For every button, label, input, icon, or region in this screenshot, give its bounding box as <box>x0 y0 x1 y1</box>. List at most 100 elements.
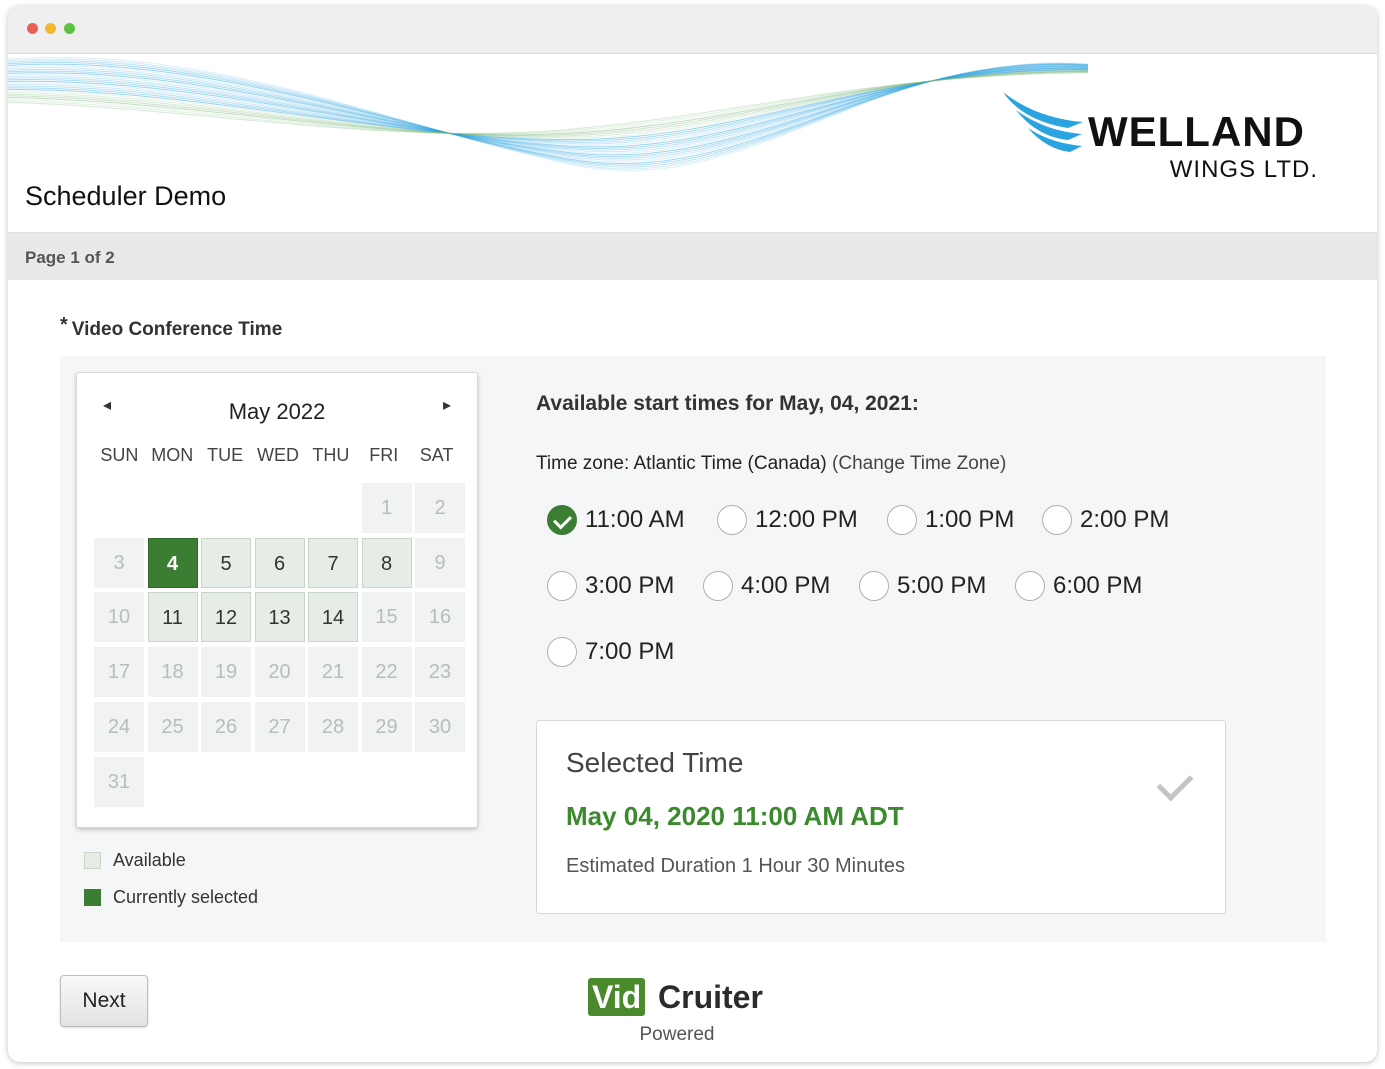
window-titlebar <box>8 6 1377 54</box>
time-slot-label: 2:00 PM <box>1080 506 1170 533</box>
weekday-mon: MON <box>151 445 194 465</box>
time-slot-option[interactable]: 2:00 PM <box>1042 502 1169 538</box>
time-slot-option[interactable]: 11:00 AM <box>547 502 685 538</box>
calendar-day-11[interactable]: 11 <box>147 592 198 643</box>
weekday-header-row: SUN MON TUE WED THU FRI SAT <box>93 445 463 466</box>
calendar-day-23: 23 <box>415 647 465 698</box>
radio-unchecked-icon[interactable] <box>887 505 917 535</box>
weekday-tue: TUE <box>207 445 244 465</box>
scheduler-panel: ◂ May 2022 ▸ SUN MON TUE WED THU FRI SAT 12345… <box>60 356 1326 942</box>
calendar-day-26: 26 <box>201 701 251 752</box>
calendar-day-4[interactable]: 4 <box>147 537 198 588</box>
calendar-day-10: 10 <box>94 592 144 643</box>
radio-unchecked-icon[interactable] <box>1042 505 1072 535</box>
radio-checked-icon[interactable] <box>547 505 577 535</box>
calendar-day-25: 25 <box>147 701 198 752</box>
time-slot-label: 6:00 PM <box>1053 572 1143 599</box>
page-indicator: Page 1 of 2 <box>25 248 115 267</box>
selected-time-title: Selected Time <box>566 747 744 778</box>
time-slot-label: 12:00 PM <box>755 506 858 533</box>
browser-window: Scheduler Demo WELLAND WINGS LTD. Page 1… <box>8 6 1377 1062</box>
radio-unchecked-icon[interactable] <box>1015 571 1045 601</box>
calendar-day-24: 24 <box>94 701 144 752</box>
vidcruiter-logo-vid: Vid <box>588 978 646 1016</box>
maximize-window-icon[interactable] <box>64 23 75 34</box>
header-wave-graphic <box>8 56 1089 172</box>
legend-selected-label: Currently selected <box>113 887 259 907</box>
calendar-day-8[interactable]: 8 <box>361 537 412 588</box>
calendar-day-5[interactable]: 5 <box>201 537 251 588</box>
radio-unchecked-icon[interactable] <box>547 637 577 667</box>
page-indicator-bar: Page 1 of 2 <box>8 232 1377 280</box>
timezone-line: Time zone: Atlantic Time (Canada) (Chang… <box>536 453 1006 475</box>
radio-unchecked-icon[interactable] <box>717 505 747 535</box>
legend-available-label: Available <box>113 850 186 870</box>
calendar-day-29: 29 <box>361 701 412 752</box>
next-button[interactable]: Next <box>60 975 148 1027</box>
required-marker: * <box>60 314 68 336</box>
radio-unchecked-icon[interactable] <box>547 571 577 601</box>
powered-label: Powered <box>639 1024 715 1045</box>
field-label: * Video Conference Time <box>60 314 283 341</box>
time-slot-label: 7:00 PM <box>585 638 675 665</box>
calendar: ◂ May 2022 ▸ SUN MON TUE WED THU FRI SAT 12345… <box>76 372 478 828</box>
page-title: Scheduler Demo <box>25 181 227 211</box>
time-slot-option[interactable]: 6:00 PM <box>1015 568 1142 604</box>
calendar-day-19: 19 <box>201 647 251 698</box>
calendar-day-31: 31 <box>94 756 144 807</box>
calendar-day-15: 15 <box>361 592 412 643</box>
time-slot-label: 11:00 AM <box>585 506 685 533</box>
wings-logo-icon <box>1003 92 1083 152</box>
calendar-day-28: 28 <box>308 701 358 752</box>
field-label-text: Video Conference Time <box>71 319 283 340</box>
calendar-day-9: 9 <box>415 537 465 588</box>
legend-selected-swatch <box>84 889 101 906</box>
calendar-day-27: 27 <box>254 701 305 752</box>
calendar-day-18: 18 <box>147 647 198 698</box>
change-timezone-link[interactable]: (Change Time Zone) <box>832 453 1006 474</box>
calendar-day-12[interactable]: 12 <box>201 592 251 643</box>
time-slot-option[interactable]: 5:00 PM <box>859 568 986 604</box>
time-slot-label: 3:00 PM <box>585 572 675 599</box>
logo-subtitle: WINGS LTD. <box>1169 156 1318 183</box>
time-slot-option[interactable]: 4:00 PM <box>703 568 830 604</box>
radio-unchecked-icon[interactable] <box>703 571 733 601</box>
time-slot-label: 1:00 PM <box>925 506 1015 533</box>
calendar-day-3: 3 <box>94 537 144 588</box>
calendar-day-6[interactable]: 6 <box>254 537 305 588</box>
calendar-month-label: May 2022 <box>228 399 326 424</box>
time-slot-label: 4:00 PM <box>741 572 831 599</box>
calendar-day-16: 16 <box>415 592 465 643</box>
time-slot-label: 5:00 PM <box>897 572 987 599</box>
weekday-fri: FRI <box>369 445 399 465</box>
time-slot-option[interactable]: 1:00 PM <box>887 502 1014 538</box>
vidcruiter-logo: Vid Cruiter Powered <box>588 978 788 1056</box>
logo-wordmark: WELLAND <box>1088 108 1305 155</box>
calendar-day-22: 22 <box>361 647 412 698</box>
time-slot-option[interactable]: 12:00 PM <box>717 502 858 538</box>
calendar-day-13[interactable]: 13 <box>254 592 305 643</box>
calendar-day-21: 21 <box>308 647 358 698</box>
close-window-icon[interactable] <box>27 23 38 34</box>
weekday-sun: SUN <box>100 445 139 465</box>
time-slot-option[interactable]: 7:00 PM <box>547 634 674 670</box>
estimated-duration: Estimated Duration 1 Hour 30 Minutes <box>566 855 906 877</box>
legend-available-swatch <box>84 852 101 869</box>
selected-time-card: Selected Time May 04, 2020 11:00 AM ADT … <box>536 720 1226 914</box>
calendar-day-2: 2 <box>415 483 465 533</box>
weekday-sat: SAT <box>419 445 454 465</box>
calendar-day-7[interactable]: 7 <box>308 537 358 588</box>
calendar-day-30: 30 <box>415 701 465 752</box>
header-wave-line <box>8 69 1089 142</box>
header-wave-line <box>8 69 1089 141</box>
calendar-day-14[interactable]: 14 <box>308 592 358 643</box>
page-header: Scheduler Demo WELLAND WINGS LTD. <box>8 54 1377 232</box>
radio-unchecked-icon[interactable] <box>859 571 889 601</box>
next-month-arrow-icon[interactable]: ▸ <box>443 395 451 415</box>
weekday-thu: THU <box>312 445 350 465</box>
minimize-window-icon[interactable] <box>45 23 56 34</box>
company-logo: WELLAND WINGS LTD. <box>998 92 1328 192</box>
weekday-wed: WED <box>257 445 299 465</box>
time-slot-option[interactable]: 3:00 PM <box>547 568 674 604</box>
calendar-day-17: 17 <box>94 647 144 698</box>
